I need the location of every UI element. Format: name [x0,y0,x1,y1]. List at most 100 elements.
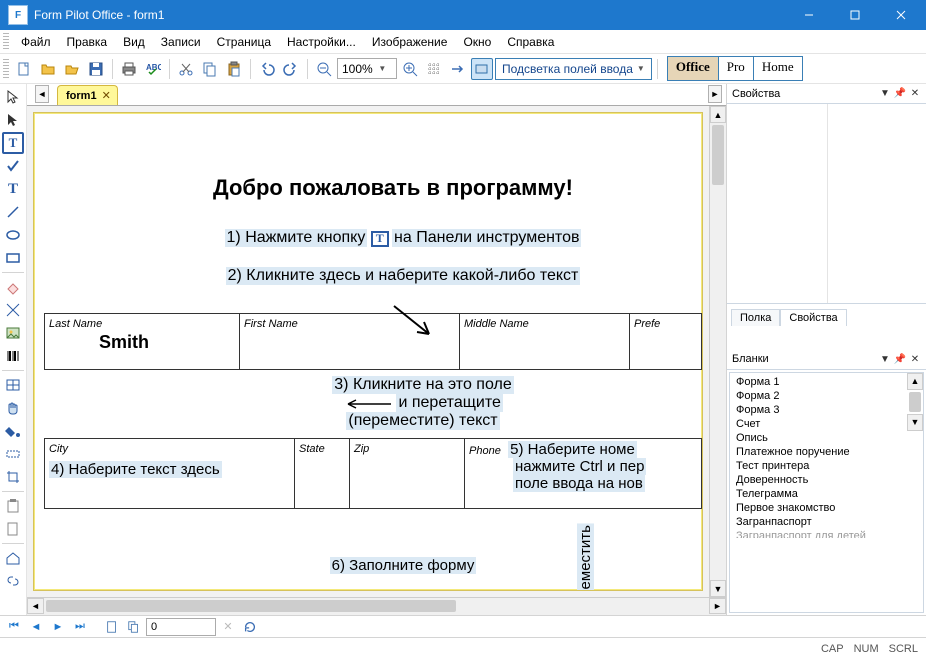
checkmark-tool[interactable] [2,155,24,177]
blank-item[interactable]: Платежное поручение [730,445,907,459]
menu-window[interactable]: Окно [455,33,499,51]
menu-edit[interactable]: Правка [59,33,116,51]
hand-tool[interactable] [2,397,24,419]
grid-button[interactable] [423,58,445,80]
blank-item[interactable]: Форма 2 [730,389,907,403]
lastname-cell[interactable]: Last Name Smith [45,314,240,369]
scroll-up-icon[interactable]: ▲ [710,106,726,123]
blank-item[interactable]: Тест принтера [730,459,907,473]
properties-grid[interactable] [727,104,926,304]
city-cell[interactable]: City 4) Наберите текст здесь [45,439,295,508]
ellipse-tool[interactable] [2,224,24,246]
horizontal-scrollbar[interactable]: ◄ ► [27,597,726,615]
save-button[interactable] [85,58,107,80]
scroll-down-icon[interactable]: ▼ [907,414,923,431]
image-tool[interactable] [2,322,24,344]
blank-item[interactable]: Телеграмма [730,487,907,501]
spellcheck-button[interactable]: ABC [142,58,164,80]
nav-copy-page-button[interactable] [124,618,144,636]
pin-icon[interactable]: 📌 [894,353,906,365]
properties-panel-header[interactable]: Свойства ▼ 📌 ✕ [727,84,926,104]
scroll-thumb[interactable] [909,392,921,412]
zip-cell[interactable]: Zip [350,439,465,508]
zoom-out-button[interactable] [313,58,335,80]
cell-tool[interactable] [2,443,24,465]
nav-last-button[interactable]: ⏭ [70,618,90,636]
table-tool[interactable] [2,374,24,396]
nav-prev-button[interactable]: ◄ [26,618,46,636]
minimize-button[interactable] [786,0,832,30]
redo-button[interactable] [280,58,302,80]
scroll-thumb[interactable] [712,125,724,185]
field-highlight-button[interactable] [471,58,493,80]
blank-item[interactable]: Первое знакомство [730,501,907,515]
home-tool[interactable] [2,547,24,569]
menu-view[interactable]: Вид [115,33,153,51]
mode-pro-button[interactable]: Pro [719,57,754,80]
blank-item[interactable]: Загранпаспорт [730,515,907,529]
blank-item[interactable]: Форма 1 [730,375,907,389]
clipboard-tool[interactable] [2,495,24,517]
menu-settings[interactable]: Настройки... [279,33,364,51]
scroll-up-icon[interactable]: ▲ [907,373,923,390]
menu-records[interactable]: Записи [153,33,209,51]
page-tool[interactable] [2,518,24,540]
tab-properties[interactable]: Свойства [780,309,846,326]
scroll-thumb[interactable] [46,600,456,612]
crossout-tool[interactable] [2,299,24,321]
page-number-input[interactable] [146,618,216,636]
tab-scroll-left[interactable]: ◄ [35,85,49,103]
nav-delete-button[interactable]: ✕ [218,618,238,636]
mode-office-button[interactable]: Office [668,57,719,80]
tab-close-icon[interactable]: ✕ [102,89,111,102]
nav-first-button[interactable]: ⏮ [4,618,24,636]
panel-menu-icon[interactable]: ▼ [879,88,891,100]
zoom-in-button[interactable] [399,58,421,80]
panel-close-icon[interactable]: ✕ [909,353,921,365]
direct-select-tool[interactable] [2,109,24,131]
scroll-down-icon[interactable]: ▼ [710,580,726,597]
text-tool[interactable]: T [2,178,24,200]
open-folder-button[interactable] [61,58,83,80]
panel-menu-icon[interactable]: ▼ [879,353,891,365]
state-cell[interactable]: State [295,439,350,508]
new-button[interactable] [13,58,35,80]
menu-image[interactable]: Изображение [364,33,456,51]
cut-button[interactable] [175,58,197,80]
scroll-left-icon[interactable]: ◄ [27,598,44,614]
highlight-inputs-button[interactable]: Подсветка полей ввода▼ [495,58,652,80]
maximize-button[interactable] [832,0,878,30]
zoom-combo[interactable]: 100%▼ [337,58,397,79]
eraser-tool[interactable] [2,276,24,298]
pointer-tool[interactable] [2,86,24,108]
blank-item[interactable]: Счет [730,417,907,431]
nav-refresh-button[interactable] [240,618,260,636]
blank-item[interactable]: Опись [730,431,907,445]
form-page[interactable]: Добро пожаловать в программу! 1) Нажмите… [33,112,703,591]
copy-button[interactable] [199,58,221,80]
crop-tool[interactable] [2,466,24,488]
line-tool[interactable] [2,201,24,223]
menu-page[interactable]: Страница [209,33,279,51]
blank-item[interactable]: Форма 3 [730,403,907,417]
paste-button[interactable] [223,58,245,80]
phone-cell[interactable]: Phone 5) Наберите номе нажмите Ctrl и пе… [465,439,701,508]
undo-button[interactable] [256,58,278,80]
print-button[interactable] [118,58,140,80]
pin-icon[interactable]: 📌 [894,88,906,100]
nav-new-page-button[interactable] [102,618,122,636]
menu-help[interactable]: Справка [499,33,562,51]
blank-item[interactable]: Загранпаспорт для детей [730,529,907,538]
nav-next-button[interactable]: ► [48,618,68,636]
blanks-scrollbar[interactable]: ▲ ▼ [907,373,923,613]
open-button[interactable] [37,58,59,80]
blanks-panel-header[interactable]: Бланки ▼ 📌 ✕ [727,350,926,370]
blank-item[interactable]: Доверенность [730,473,907,487]
fill-tool[interactable] [2,420,24,442]
menu-file[interactable]: Файл [13,33,59,51]
text-field-tool[interactable]: T [2,132,24,154]
tab-scroll-right[interactable]: ► [708,85,722,103]
tab-form1[interactable]: form1 ✕ [57,85,118,105]
middlename-cell[interactable]: Middle Name [460,314,630,369]
link-tool[interactable] [2,570,24,592]
